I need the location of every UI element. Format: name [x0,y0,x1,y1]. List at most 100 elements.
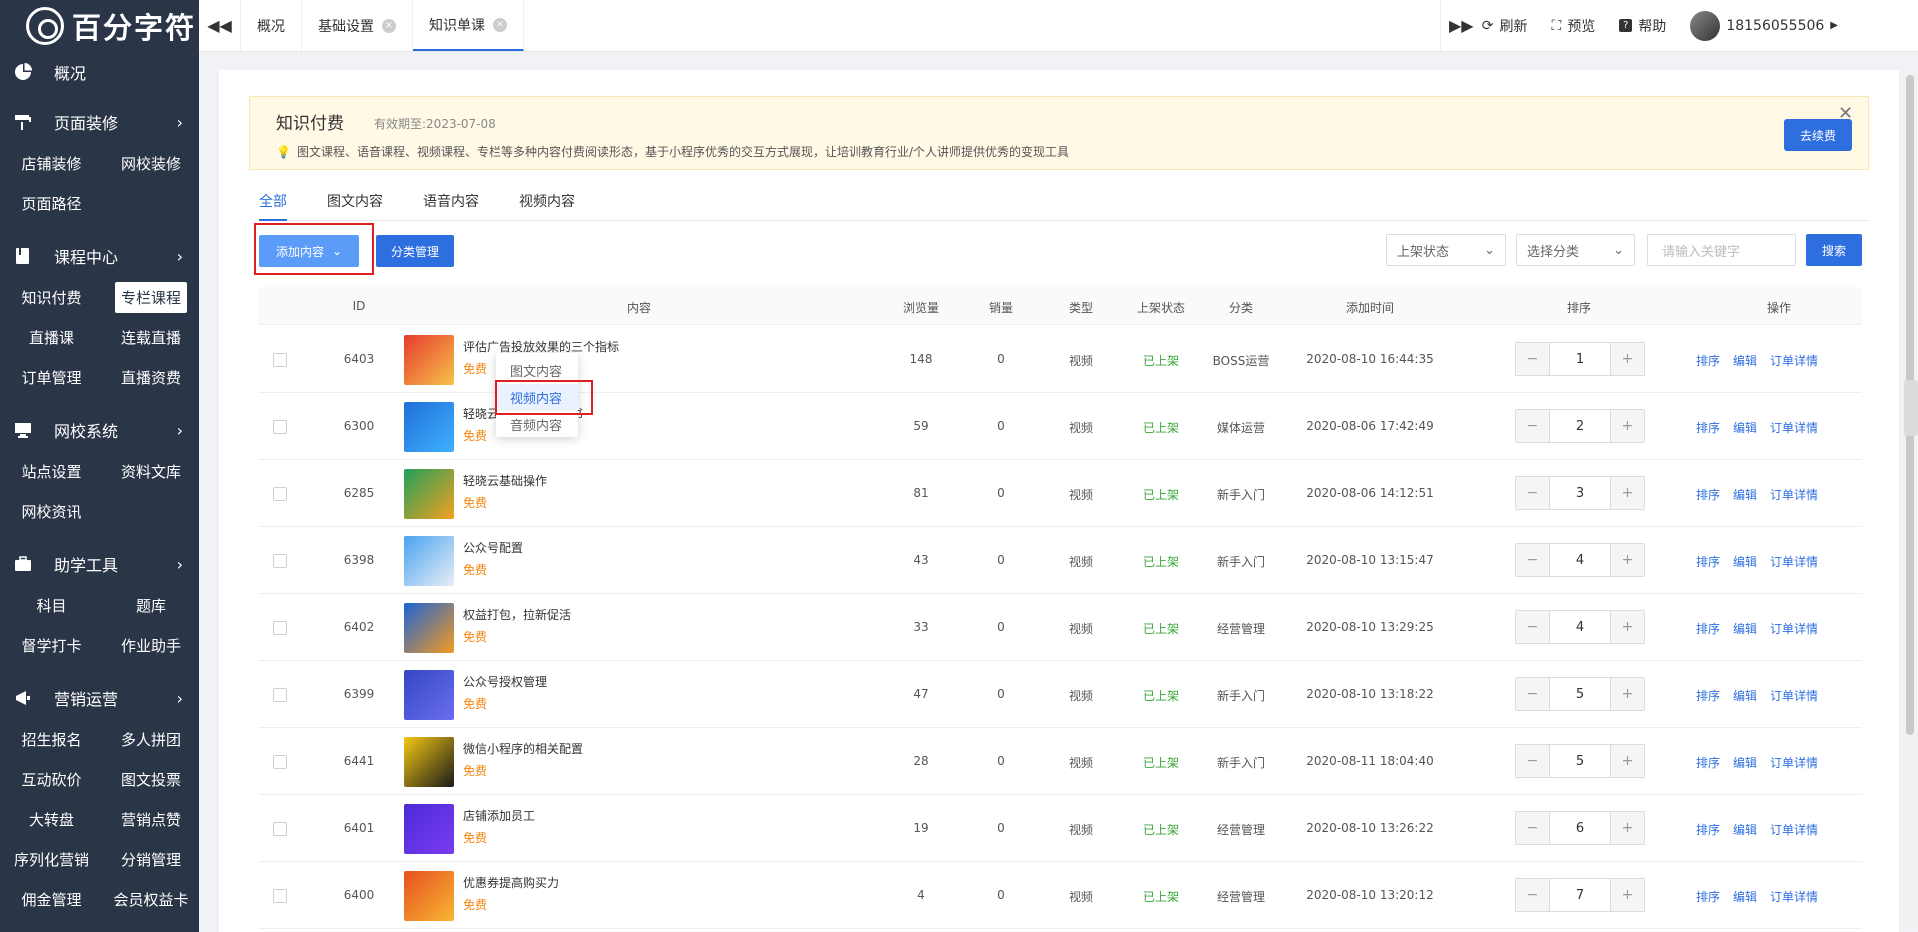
tab-overview[interactable]: 概况 [241,0,302,51]
order-detail-link[interactable]: 订单详情 [1770,620,1818,637]
row-title[interactable]: 店铺添加员工 [463,807,535,824]
status-select[interactable]: 上架状态 ⌄ [1386,234,1506,266]
row-checkbox[interactable] [273,755,287,769]
sidebar-item-serial-live[interactable]: 连载直播 [99,318,199,356]
help-button[interactable]: ? 帮助 [1619,16,1666,36]
sidebar-item-bargain[interactable]: 互动砍价 [4,760,99,798]
sidebar-item-commission[interactable]: 佣金管理 [4,880,99,918]
order-detail-link[interactable]: 订单详情 [1770,821,1818,838]
minus-button[interactable]: − [1516,477,1549,509]
row-checkbox[interactable] [273,822,287,836]
sidebar-item-school-news[interactable]: 网校资讯 [4,492,99,530]
plus-button[interactable]: + [1611,544,1644,576]
row-checkbox[interactable] [273,487,287,501]
sidebar-item-live-course[interactable]: 直播课 [4,318,99,356]
row-checkbox[interactable] [273,353,287,367]
order-detail-link[interactable]: 订单详情 [1770,486,1818,503]
row-title[interactable]: 权益打包，拉新促活 [463,606,571,623]
sidebar-item-overview[interactable]: 概况 [0,52,199,92]
sidebar-item-homework[interactable]: 作业助手 [99,626,199,664]
close-icon[interactable]: × [493,17,507,32]
sidebar-item-order-manage[interactable]: 订单管理 [4,358,99,396]
row-checkbox[interactable] [273,554,287,568]
scroll-left-button[interactable]: ◀◀ [199,0,241,51]
sidebar-item-shop-decor[interactable]: 店铺装修 [4,144,99,182]
minus-button[interactable]: − [1516,544,1549,576]
edit-link[interactable]: 编辑 [1733,687,1757,704]
sidebar-item-column-course[interactable]: 专栏课程 [99,278,199,316]
edit-link[interactable]: 编辑 [1733,419,1757,436]
sort-link[interactable]: 排序 [1696,754,1720,771]
dropdown-item-audio[interactable]: 音频内容 [496,411,578,438]
row-title[interactable]: 轻晓云基础操作 [463,472,547,489]
sidebar-group-school-system[interactable]: 网校系统 › [0,408,199,452]
minus-button[interactable]: − [1516,879,1549,911]
tab-knowledge-course[interactable]: 知识单课 × [413,0,524,51]
plus-button[interactable]: + [1611,410,1644,442]
tab-text-content[interactable]: 图文内容 [327,187,383,221]
minus-button[interactable]: − [1516,678,1549,710]
order-detail-link[interactable]: 订单详情 [1770,352,1818,369]
sidebar-item-vote[interactable]: 图文投票 [99,760,199,798]
sidebar-item-member-card[interactable]: 会员权益卡 [99,880,199,918]
minus-button[interactable]: − [1516,611,1549,643]
row-title[interactable]: 优惠券提高购买力 [463,874,559,891]
plus-button[interactable]: + [1611,477,1644,509]
sidebar-item-group-buy[interactable]: 多人拼团 [99,720,199,758]
close-icon[interactable]: × [382,18,396,33]
sidebar-item-like[interactable]: 营销点赞 [99,800,199,838]
sort-link[interactable]: 排序 [1696,821,1720,838]
preview-button[interactable]: ⛶ 预览 [1552,16,1596,36]
sidebar-item-site-settings[interactable]: 站点设置 [4,452,99,490]
minus-button[interactable]: − [1516,745,1549,777]
row-title[interactable]: 微信小程序的相关配置 [463,740,583,757]
sort-link[interactable]: 排序 [1696,486,1720,503]
plus-button[interactable]: + [1611,745,1644,777]
order-detail-link[interactable]: 订单详情 [1770,553,1818,570]
minus-button[interactable]: − [1516,410,1549,442]
sidebar-item-live-fee[interactable]: 直播资费 [99,358,199,396]
sidebar-group-page-decor[interactable]: 页面装修 › [0,100,199,144]
order-detail-link[interactable]: 订单详情 [1770,888,1818,905]
sort-link[interactable]: 排序 [1696,553,1720,570]
sort-link[interactable]: 排序 [1696,687,1720,704]
edit-link[interactable]: 编辑 [1733,486,1757,503]
sidebar-group-study-tools[interactable]: 助学工具 › [0,542,199,586]
sort-value[interactable]: 2 [1549,410,1611,442]
user-menu[interactable]: 18156055506 ▶ [1690,10,1838,41]
sidebar-item-page-path[interactable]: 页面路径 [4,184,99,222]
edit-link[interactable]: 编辑 [1733,352,1757,369]
sort-value[interactable]: 5 [1549,678,1611,710]
page-scrollbar[interactable] [1904,75,1916,930]
tab-basic-settings[interactable]: 基础设置 × [302,0,413,51]
plus-button[interactable]: + [1611,343,1644,375]
edit-link[interactable]: 编辑 [1733,620,1757,637]
sort-link[interactable]: 排序 [1696,888,1720,905]
side-handle[interactable] [1904,380,1918,436]
row-checkbox[interactable] [273,420,287,434]
sidebar-item-sequence[interactable]: 序列化营销 [4,840,99,878]
row-title[interactable]: 公众号配置 [463,539,523,556]
order-detail-link[interactable]: 订单详情 [1770,754,1818,771]
sort-value[interactable]: 4 [1549,544,1611,576]
tab-audio-content[interactable]: 语音内容 [423,187,479,221]
sort-value[interactable]: 4 [1549,611,1611,643]
edit-link[interactable]: 编辑 [1733,821,1757,838]
edit-link[interactable]: 编辑 [1733,754,1757,771]
plus-button[interactable]: + [1611,611,1644,643]
search-input[interactable]: 请输入关键字 [1647,234,1796,266]
category-select[interactable]: 选择分类 ⌄ [1516,234,1635,266]
brand-logo[interactable]: 百分字符 [0,0,199,52]
sort-value[interactable]: 7 [1549,879,1611,911]
sort-link[interactable]: 排序 [1696,620,1720,637]
sort-value[interactable]: 3 [1549,477,1611,509]
row-checkbox[interactable] [273,688,287,702]
plus-button[interactable]: + [1611,879,1644,911]
order-detail-link[interactable]: 订单详情 [1770,687,1818,704]
sidebar-item-checkin[interactable]: 督学打卡 [4,626,99,664]
search-button[interactable]: 搜索 [1806,234,1862,266]
sidebar-group-course-center[interactable]: 课程中心 › [0,234,199,278]
row-checkbox[interactable] [273,621,287,635]
sidebar-item-knowledge-pay[interactable]: 知识付费 [4,278,99,316]
sort-value[interactable]: 5 [1549,745,1611,777]
